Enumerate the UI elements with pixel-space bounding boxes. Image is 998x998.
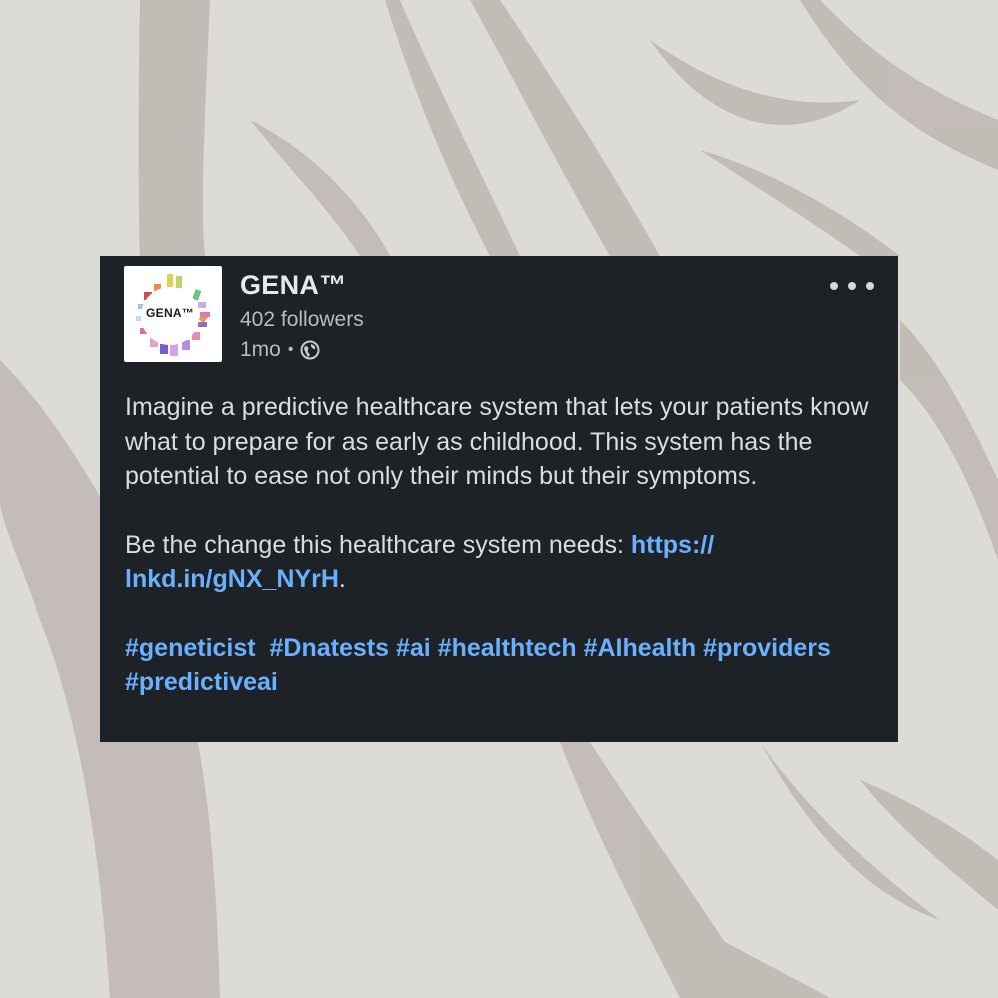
post-paragraph-2: Be the change this healthcare system nee…: [125, 528, 875, 597]
logo-lettering: GENA™: [146, 306, 195, 320]
globe-icon: [300, 340, 320, 360]
more-dot: [866, 282, 874, 290]
company-logo-avatar[interactable]: GENA™: [124, 266, 222, 362]
post-card: GENA™ GENA™ 402 followers 1mo • Imagine …: [100, 256, 898, 742]
author-name[interactable]: GENA™: [240, 270, 347, 301]
hashtag[interactable]: #AIhealth: [584, 634, 697, 662]
follower-count: 402 followers: [240, 308, 364, 331]
post-paragraph-1: Imagine a predictive healthcare system t…: [125, 393, 869, 490]
hashtag[interactable]: #ai: [396, 634, 431, 662]
hashtag[interactable]: #geneticist: [125, 634, 256, 662]
hashtag[interactable]: #Dnatests: [270, 634, 390, 662]
post-time: 1mo: [240, 338, 281, 361]
hashtag[interactable]: #predictiveai: [125, 668, 278, 696]
post-meta: 1mo •: [240, 338, 320, 362]
hashtags: #geneticist #Dnatests #ai #healthtech #A…: [125, 631, 875, 700]
hashtag[interactable]: #healthtech: [438, 634, 577, 662]
more-dot: [830, 282, 838, 290]
paragraph-2-text: Be the change this healthcare system nee…: [125, 530, 631, 559]
more-dot: [848, 282, 856, 290]
more-options-button[interactable]: [830, 276, 874, 296]
post-body: Imagine a predictive healthcare system t…: [125, 390, 875, 734]
link-suffix: .: [338, 565, 346, 593]
separator-dot: •: [287, 341, 294, 358]
hashtag[interactable]: #providers: [703, 634, 831, 662]
